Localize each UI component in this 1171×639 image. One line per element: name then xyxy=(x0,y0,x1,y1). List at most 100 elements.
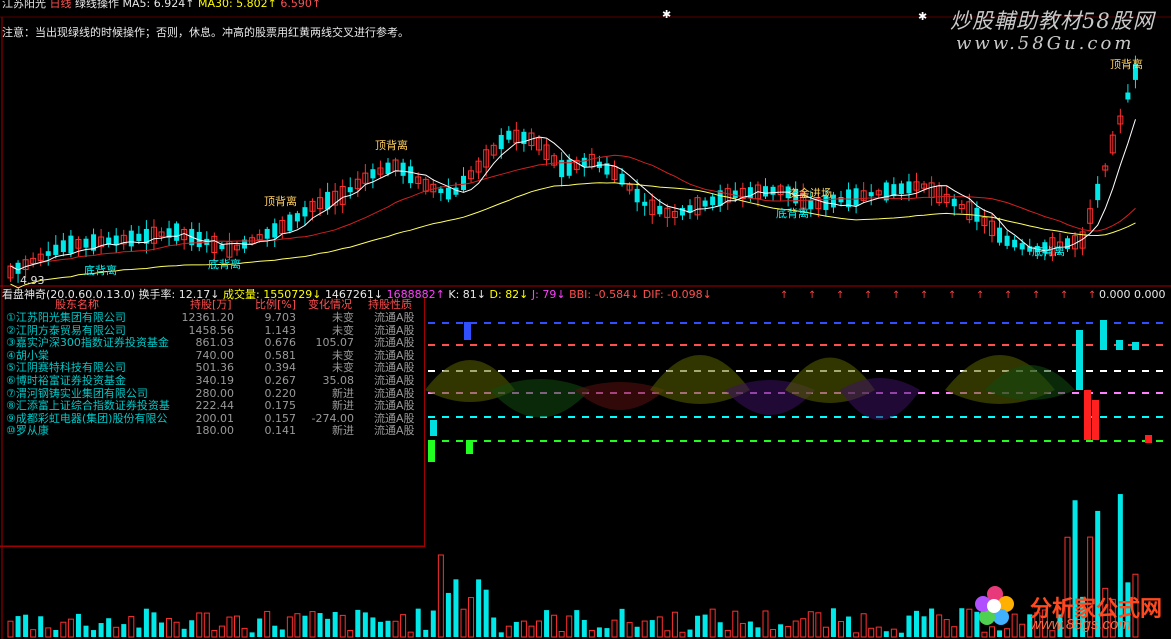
indicator-dash xyxy=(1128,440,1135,442)
indicator-dash xyxy=(778,416,785,418)
col-header-ratio[interactable]: 比例[%] xyxy=(255,298,296,311)
indicator-dash xyxy=(792,440,799,442)
holder-change: -274.00 xyxy=(311,411,354,425)
period-label[interactable]: 日线 xyxy=(50,0,72,10)
indicator-bar xyxy=(430,420,437,436)
table-row[interactable]: ⑥博时裕富证券投资基金 340.19 0.267 35.08 流通A股 xyxy=(0,374,424,387)
volume-bar xyxy=(423,629,429,637)
candle-body xyxy=(15,262,21,274)
holder-change: 未变 xyxy=(332,361,354,375)
indicator-dash xyxy=(1156,322,1163,324)
volume-bar xyxy=(294,613,301,638)
volume-bar xyxy=(226,616,233,638)
indicator-dash xyxy=(526,322,533,324)
col-header-change[interactable]: 变化情况 xyxy=(308,298,352,311)
indicator-dash xyxy=(932,344,939,346)
indicator-dash xyxy=(862,344,869,346)
volume-bar xyxy=(151,612,157,637)
table-row[interactable]: ①江苏阳光集团有限公司 12361.20 9.703 未变 流通A股 xyxy=(0,311,424,324)
indicator-dash xyxy=(470,322,477,324)
indicator-dash xyxy=(736,322,743,324)
candle-body xyxy=(302,207,308,217)
volume-bar xyxy=(778,624,784,637)
table-row[interactable]: ⑤江阴赛特科技有限公司 501.36 0.394 未变 流通A股 xyxy=(0,361,424,374)
volume-bar xyxy=(30,629,37,638)
indicator-dash xyxy=(610,344,617,346)
holder-ratio: 0.220 xyxy=(264,386,297,400)
holder-type: 流通A股 xyxy=(374,311,415,324)
indicator-dash xyxy=(694,344,701,346)
indicator-dash xyxy=(1002,322,1009,324)
indicator-dash xyxy=(1142,344,1149,346)
volume-bar xyxy=(181,628,187,637)
indicator-dash xyxy=(568,322,575,324)
indicator-dash xyxy=(736,370,743,372)
indicator-dash xyxy=(1086,440,1093,442)
indicator-dash xyxy=(1044,416,1051,418)
indicator-dash xyxy=(680,322,687,324)
indicator-dash xyxy=(848,440,855,442)
indicator-dash xyxy=(1156,344,1163,346)
indicator-dash xyxy=(960,440,967,442)
arrow-marker: ↑ xyxy=(892,290,900,301)
holder-change: 新进 xyxy=(332,399,354,413)
annotation-capital-entry: 资金进场 xyxy=(788,187,832,200)
holder-name: ④胡小棠 xyxy=(6,348,49,362)
indicator-dash xyxy=(428,416,435,418)
indicator-dash xyxy=(764,416,771,418)
volume-bar xyxy=(581,619,587,637)
table-row[interactable]: ⑦渭河钢铸实业集团有限公司 280.00 0.220 新进 流通A股 xyxy=(0,387,424,400)
table-row[interactable]: ②江阴方泰贸易有限公司 1458.56 1.143 未变 流通A股 xyxy=(0,324,424,337)
table-row[interactable]: ③嘉实沪深300指数证券投资基金 861.03 0.676 105.07 流通A股 xyxy=(0,336,424,349)
ma5-label: MA5: xyxy=(122,0,151,10)
indicator-dash xyxy=(610,322,617,324)
indicator-dash xyxy=(1100,440,1107,442)
indicator-dash xyxy=(680,344,687,346)
holder-shares: 180.00 xyxy=(195,424,235,438)
table-row[interactable]: ④胡小棠 740.00 0.581 未变 流通A股 xyxy=(0,349,424,362)
candle-body xyxy=(732,190,738,199)
table-row[interactable]: ⑧汇添富上证综合指数证券投资基 222.44 0.175 新进 流通A股 xyxy=(0,399,424,412)
table-row[interactable]: ⑩罗从康 180.00 0.141 新进 流通A股 xyxy=(0,424,424,437)
volume-bar xyxy=(717,622,723,637)
volume-bar xyxy=(189,620,195,637)
holder-type: 流通A股 xyxy=(374,374,415,387)
stock-chart-window: { "header": { "stock_name": "江苏阳光", "per… xyxy=(0,0,1171,639)
indicator-dash xyxy=(918,392,925,394)
indicator-dash xyxy=(596,322,603,324)
volume-bar xyxy=(596,627,602,637)
low-price-label: 4.93 xyxy=(20,274,45,287)
volume-bar xyxy=(634,626,640,637)
col-header-name[interactable]: 股东名称 xyxy=(55,298,99,311)
indicator-dash xyxy=(624,370,631,372)
candle-body xyxy=(45,251,51,256)
indicator-dash xyxy=(498,370,505,372)
holder-shares: 861.03 xyxy=(195,336,235,350)
volume-bar xyxy=(695,615,701,637)
indicator-dash xyxy=(778,344,785,346)
holder-name: ⑩罗从康 xyxy=(6,424,49,438)
indicator-dash xyxy=(554,416,561,418)
kdj-k: K: 81↓ xyxy=(448,288,487,301)
indicator-dash xyxy=(1128,322,1135,324)
candle-body xyxy=(1125,92,1131,100)
indicator-dash xyxy=(708,440,715,442)
col-header-holding[interactable]: 持股[万] xyxy=(190,298,232,311)
holder-shares: 12361.20 xyxy=(181,311,235,324)
arrow-marker: ↑ xyxy=(1032,290,1040,301)
table-row[interactable]: ⑨成都彩虹电器(集团)股份有限公 200.01 0.157 -274.00 流通A股 xyxy=(0,412,424,425)
indicator-band xyxy=(490,379,590,418)
col-header-type[interactable]: 持股性质 xyxy=(368,298,412,311)
indicator-dash xyxy=(1002,344,1009,346)
volume-bar xyxy=(558,631,565,638)
volume-bar xyxy=(67,618,74,638)
volume-bar xyxy=(936,614,943,638)
volume-bar xyxy=(355,609,361,637)
indicator-dash xyxy=(988,440,995,442)
candle-body xyxy=(581,157,587,167)
holder-name: ⑦渭河钢铸实业集团有限公司 xyxy=(6,386,148,400)
indicator-dash xyxy=(1072,416,1079,418)
indicator-dash xyxy=(1072,322,1079,324)
indicator-dash xyxy=(834,416,841,418)
holder-change: 新进 xyxy=(332,424,354,438)
